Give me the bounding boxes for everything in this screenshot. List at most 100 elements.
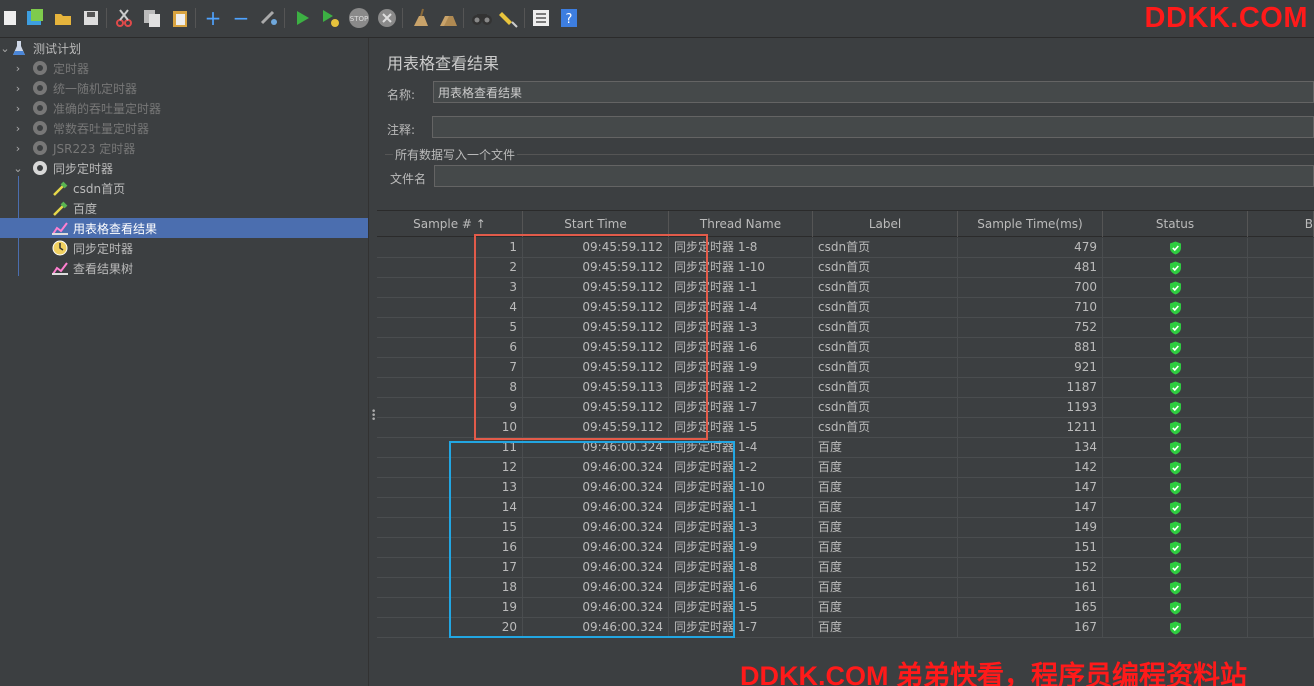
table-row[interactable]: 18 09:46:00.324 同步定时器 1-6 百度 161: [377, 578, 1314, 598]
table-cell-status: [1103, 298, 1248, 317]
shutdown-icon[interactable]: [377, 8, 397, 28]
table-cell: csdn首页: [813, 378, 958, 397]
table-row[interactable]: 10 09:45:59.112 同步定时器 1-5 csdn首页 1211: [377, 418, 1314, 438]
success-shield-icon: [1169, 441, 1181, 454]
table-row[interactable]: 19 09:46:00.324 同步定时器 1-5 百度 165: [377, 598, 1314, 618]
table-row[interactable]: 9 09:45:59.112 同步定时器 1-7 csdn首页 1193: [377, 398, 1314, 418]
table-cell: 752: [958, 318, 1103, 337]
tree-item-sync-timer-child[interactable]: 同步定时器: [0, 238, 368, 258]
split-pane-divider[interactable]: • • •: [368, 38, 377, 686]
toggle-icon[interactable]: [259, 8, 279, 28]
name-field[interactable]: [433, 81, 1314, 103]
start-icon[interactable]: [292, 8, 312, 28]
table-cell: 3: [377, 278, 523, 297]
chevron-down-icon[interactable]: ⌄: [13, 162, 23, 175]
table-cell: 同步定时器 1-6: [669, 578, 813, 597]
tree-item-constant-throughput-timer[interactable]: › 常数吞吐量定时器: [0, 118, 368, 138]
new-icon[interactable]: [0, 8, 20, 28]
tree-item-precise-throughput-timer[interactable]: › 准确的吞吐量定时器: [0, 98, 368, 118]
tree-item-timer[interactable]: › 定时器: [0, 58, 368, 78]
table-cell-bytes: [1248, 358, 1314, 377]
tree-item-label: 准确的吞吐量定时器: [53, 101, 162, 116]
tree-item-uniform-random-timer[interactable]: › 统一随机定时器: [0, 78, 368, 98]
tree-item-test-plan[interactable]: ⌄ 测试计划: [0, 38, 368, 58]
start-no-pause-icon[interactable]: [320, 8, 340, 28]
tree-item-view-results-table[interactable]: 用表格查看结果: [0, 218, 368, 238]
table-cell: 同步定时器 1-1: [669, 278, 813, 297]
tree-item-view-results-tree[interactable]: 查看结果树: [0, 258, 368, 278]
table-cell: 09:45:59.112: [523, 238, 669, 257]
clear-all-icon[interactable]: [438, 8, 458, 28]
tree-item-label: 用表格查看结果: [73, 221, 158, 236]
success-shield-icon: [1169, 241, 1181, 254]
tree-item-baidu-request[interactable]: 百度: [0, 198, 368, 218]
search-icon[interactable]: [471, 8, 493, 28]
table-cell-status: [1103, 498, 1248, 517]
cut-icon[interactable]: [114, 8, 134, 28]
table-cell: 同步定时器 1-7: [669, 618, 813, 637]
success-shield-icon: [1169, 421, 1181, 434]
chevron-right-icon[interactable]: ›: [13, 62, 23, 75]
chevron-right-icon[interactable]: ›: [13, 82, 23, 95]
expand-icon[interactable]: +: [203, 8, 223, 28]
column-header-label[interactable]: Label: [813, 211, 958, 237]
help-icon[interactable]: ?: [559, 8, 579, 28]
success-shield-icon: [1169, 361, 1181, 374]
table-row[interactable]: 13 09:46:00.324 同步定时器 1-10 百度 147: [377, 478, 1314, 498]
table-row[interactable]: 11 09:46:00.324 同步定时器 1-4 百度 134: [377, 438, 1314, 458]
tree-item-csdn-request[interactable]: csdn首页: [0, 178, 368, 198]
filename-field[interactable]: [434, 165, 1314, 187]
column-header-bytes[interactable]: B: [1248, 211, 1314, 237]
comment-field[interactable]: [432, 116, 1314, 138]
table-row[interactable]: 12 09:46:00.324 同步定时器 1-2 百度 142: [377, 458, 1314, 478]
clear-icon[interactable]: [410, 8, 430, 28]
save-icon[interactable]: [81, 8, 101, 28]
table-row[interactable]: 15 09:46:00.324 同步定时器 1-3 百度 149: [377, 518, 1314, 538]
table-row[interactable]: 4 09:45:59.112 同步定时器 1-4 csdn首页 710: [377, 298, 1314, 318]
table-row[interactable]: 16 09:46:00.324 同步定时器 1-9 百度 151: [377, 538, 1314, 558]
table-row[interactable]: 1 09:45:59.112 同步定时器 1-8 csdn首页 479: [377, 238, 1314, 258]
column-header-sample-time[interactable]: Sample Time(ms): [958, 211, 1103, 237]
table-row[interactable]: 5 09:45:59.112 同步定时器 1-3 csdn首页 752: [377, 318, 1314, 338]
table-cell: 12: [377, 458, 523, 477]
table-row[interactable]: 17 09:46:00.324 同步定时器 1-8 百度 152: [377, 558, 1314, 578]
success-shield-icon: [1169, 601, 1181, 614]
copy-icon[interactable]: [142, 8, 162, 28]
collapse-icon[interactable]: −: [231, 8, 251, 28]
table-cell: 同步定时器 1-10: [669, 258, 813, 277]
reset-search-icon[interactable]: [499, 8, 519, 28]
chevron-down-icon[interactable]: ⌄: [0, 42, 10, 55]
table-row[interactable]: 6 09:45:59.112 同步定时器 1-6 csdn首页 881: [377, 338, 1314, 358]
table-cell: 09:45:59.112: [523, 258, 669, 277]
open-icon[interactable]: [53, 8, 73, 28]
drag-handle-icon[interactable]: • • •: [371, 408, 376, 425]
table-cell: csdn首页: [813, 238, 958, 257]
table-row[interactable]: 14 09:46:00.324 同步定时器 1-1 百度 147: [377, 498, 1314, 518]
table-cell: 同步定时器 1-10: [669, 478, 813, 497]
tree-item-jsr223-timer[interactable]: › JSR223 定时器: [0, 138, 368, 158]
table-cell: 百度: [813, 478, 958, 497]
tree-item-sync-timer[interactable]: ⌄ 同步定时器: [0, 158, 368, 178]
name-label: 名称:: [387, 88, 416, 102]
column-header-sample[interactable]: Sample # ↑: [377, 211, 523, 237]
success-shield-icon: [1169, 301, 1181, 314]
chevron-right-icon[interactable]: ›: [13, 102, 23, 115]
templates-icon[interactable]: [25, 8, 45, 28]
table-row[interactable]: 7 09:45:59.112 同步定时器 1-9 csdn首页 921: [377, 358, 1314, 378]
stop-icon[interactable]: STOP: [347, 8, 371, 28]
table-row[interactable]: 20 09:46:00.324 同步定时器 1-7 百度 167: [377, 618, 1314, 638]
table-cell: 同步定时器 1-3: [669, 318, 813, 337]
column-header-status[interactable]: Status: [1103, 211, 1248, 237]
table-cell: 百度: [813, 598, 958, 617]
table-row[interactable]: 8 09:45:59.113 同步定时器 1-2 csdn首页 1187: [377, 378, 1314, 398]
column-header-start-time[interactable]: Start Time: [523, 211, 669, 237]
chevron-right-icon[interactable]: ›: [13, 142, 23, 155]
table-row[interactable]: 2 09:45:59.112 同步定时器 1-10 csdn首页 481: [377, 258, 1314, 278]
table-row[interactable]: 3 09:45:59.112 同步定时器 1-1 csdn首页 700: [377, 278, 1314, 298]
paste-icon[interactable]: [170, 8, 190, 28]
table-cell-status: [1103, 398, 1248, 417]
pipette-icon: [51, 179, 69, 197]
column-header-thread-name[interactable]: Thread Name: [669, 211, 813, 237]
chevron-right-icon[interactable]: ›: [13, 122, 23, 135]
function-helper-icon[interactable]: [531, 8, 551, 28]
